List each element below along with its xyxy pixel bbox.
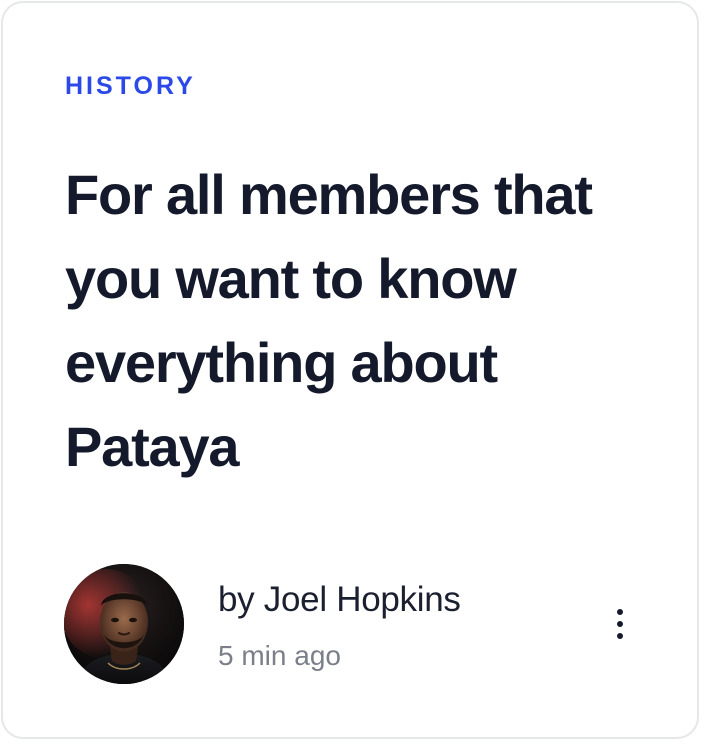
author-avatar[interactable] — [64, 564, 184, 684]
author-meta: by Joel Hopkins 5 min ago — [64, 564, 644, 686]
avatar-image — [64, 564, 184, 684]
article-card[interactable]: HISTORY For all members that you want to… — [1, 1, 699, 739]
post-time: 5 min ago — [218, 640, 341, 671]
more-dot-icon — [617, 621, 623, 627]
more-dot-icon — [617, 609, 623, 615]
author-name[interactable]: by Joel Hopkins — [218, 580, 461, 620]
more-options-button[interactable] — [605, 602, 635, 646]
category-label[interactable]: HISTORY — [65, 71, 196, 101]
more-dot-icon — [617, 633, 623, 639]
article-title[interactable]: For all members that you want to know ev… — [65, 153, 625, 489]
